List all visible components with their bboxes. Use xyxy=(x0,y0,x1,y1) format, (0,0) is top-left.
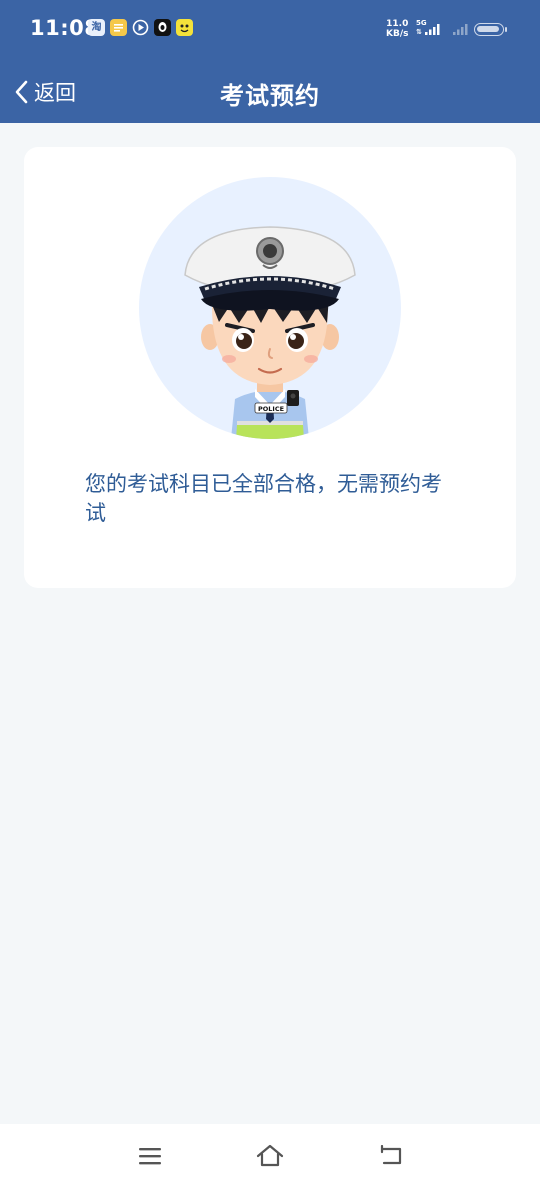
result-card: POLICE 您的考试科目已全部合格，无需预约考试 xyxy=(24,147,516,588)
taobao-icon: 淘 xyxy=(88,19,105,36)
home-icon xyxy=(256,1144,284,1167)
qq-icon xyxy=(154,19,171,36)
net-speed-unit: KB/s xyxy=(386,29,409,39)
menu-button[interactable] xyxy=(130,1138,170,1174)
mini-app-icon xyxy=(176,19,193,36)
battery-icon xyxy=(474,23,504,36)
header-bar: 返回 考试预约 xyxy=(0,60,540,123)
return-icon xyxy=(380,1145,402,1165)
menu-icon xyxy=(139,1148,161,1165)
page-title: 考试预约 xyxy=(220,82,320,110)
video-icon xyxy=(132,19,149,36)
status-bar: 11:08 淘 11.0 KB/s 5G ⇅ xyxy=(0,0,540,60)
status-message: 您的考试科目已全部合格，无需预约考试 xyxy=(85,472,442,525)
police-avatar: POLICE xyxy=(139,177,401,439)
police-officer-illustration: POLICE xyxy=(139,177,401,439)
system-navigation-bar xyxy=(0,1124,540,1188)
net-speed: 11.0 KB/s xyxy=(386,19,408,39)
notes-icon xyxy=(110,19,127,36)
police-badge-text: POLICE xyxy=(258,405,284,413)
home-button[interactable] xyxy=(250,1138,290,1174)
signal-strength-secondary-icon xyxy=(453,24,468,35)
status-app-icons: 淘 xyxy=(88,19,193,36)
battery-tip xyxy=(505,27,507,32)
back-nav-button[interactable] xyxy=(370,1138,410,1174)
signal-strength-icon xyxy=(425,24,440,35)
net-speed-value: 11.0 xyxy=(386,19,409,29)
